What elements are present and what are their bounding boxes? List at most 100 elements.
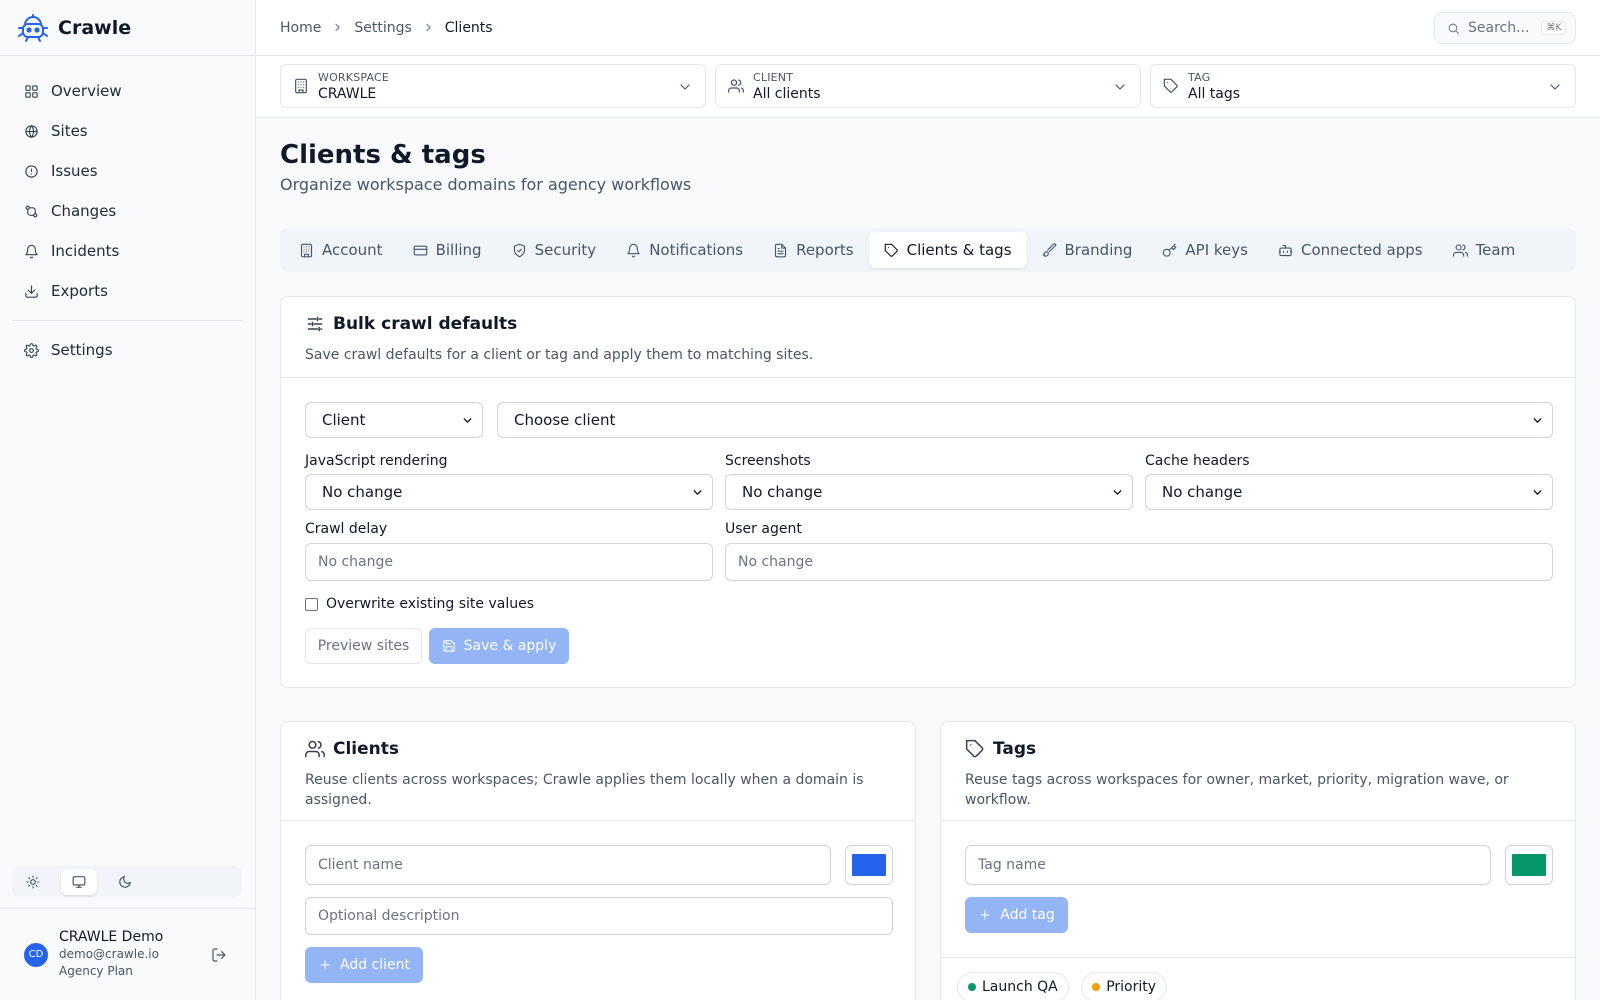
add-tag-button[interactable]: Add tag [965,897,1068,933]
sidebar-item-label: Sites [51,122,88,140]
add-client-button[interactable]: Add client [305,947,423,983]
avatar[interactable]: CD [24,942,48,967]
client-select[interactable]: CLIENT All clients [715,64,1141,108]
scope-target-select[interactable]: Choose client [497,402,1553,438]
chevron-right-icon [331,21,344,34]
user-agent-input[interactable]: No change [725,543,1553,581]
tab-connected-apps[interactable]: Connected apps [1263,232,1438,268]
tab-team[interactable]: Team [1438,232,1531,268]
tab-account[interactable]: Account [284,232,398,268]
preview-sites-button[interactable]: Preview sites [305,628,422,664]
tab-api-keys[interactable]: API keys [1147,232,1263,268]
breadcrumb-home[interactable]: Home [280,20,321,36]
sidebar-item-issues[interactable]: Issues [12,151,243,191]
tag-select[interactable]: TAG All tags [1150,64,1576,108]
theme-light-button[interactable] [15,869,51,895]
brand[interactable]: Crawle [0,0,255,56]
sidebar-item-settings[interactable]: Settings [12,330,243,370]
users-icon [305,739,325,759]
sidebar: Crawle Overview Sites Issues Changes Inc… [0,0,256,1000]
tag-icon [884,243,899,258]
layout-grid-icon [24,84,39,99]
sun-icon [26,875,40,889]
gear-icon [24,342,39,358]
client-name-input[interactable]: Client name [305,845,831,885]
tab-clients-tags[interactable]: Clients & tags [868,232,1027,268]
tab-branding[interactable]: Branding [1027,232,1148,268]
monitor-icon [72,875,86,889]
scope-type-select[interactable]: Client [305,402,483,438]
tab-label: Team [1475,241,1516,259]
chevron-right-icon [422,21,435,34]
chevron-down-icon [1547,79,1563,95]
sidebar-item-sites[interactable]: Sites [12,111,243,151]
brush-icon [1042,242,1057,258]
chevron-down-icon [1531,414,1544,427]
tag-chip-launch-qa[interactable]: Launch QA [957,972,1069,1000]
sidebar-item-exports[interactable]: Exports [12,271,243,311]
chevron-down-icon [677,79,693,95]
client-color-swatch [852,854,886,876]
workspace-select[interactable]: WORKSPACE CRAWLE [280,64,706,108]
alert-circle-icon [24,164,39,179]
sidebar-item-label: Overview [51,82,122,100]
tab-label: Notifications [649,241,744,259]
tab-label: Security [534,241,597,259]
git-compare-icon [24,204,39,219]
sidebar-divider [12,320,243,321]
building-icon [299,243,314,258]
user-plan: Agency Plan [59,964,133,978]
client-color-picker[interactable] [845,845,893,885]
shield-icon [512,243,527,258]
cache-headers-label: Cache headers [1145,453,1250,469]
tag-color-swatch [1512,854,1546,876]
theme-switcher [12,866,242,898]
logout-icon[interactable] [211,947,227,963]
scope-target-value: Choose client [514,411,616,429]
sidebar-item-changes[interactable]: Changes [12,191,243,231]
moon-icon [118,875,132,889]
tag-icon [1163,78,1179,94]
theme-dark-button[interactable] [107,869,143,895]
theme-system-button[interactable] [61,869,97,895]
card-title: Bulk crawl defaults [333,314,518,334]
sidebar-item-label: Issues [51,162,98,180]
breadcrumb-settings[interactable]: Settings [354,20,411,36]
page-title: Clients & tags [280,140,486,170]
js-rendering-select[interactable]: No change [305,474,713,510]
tag-color-dot [968,983,976,991]
save-apply-button[interactable]: Save & apply [429,628,569,664]
search-input[interactable]: Search... ⌘K [1434,12,1576,44]
tab-notifications[interactable]: Notifications [611,232,758,268]
key-icon [1162,243,1177,258]
crawl-delay-input[interactable]: No change [305,543,713,581]
crawle-logo-icon [16,13,50,43]
tag-name-input[interactable]: Tag name [965,845,1491,885]
tab-label: Reports [796,241,854,259]
screenshots-select[interactable]: No change [725,474,1133,510]
tag-chip-label: Priority [1106,979,1157,995]
sidebar-item-overview[interactable]: Overview [12,71,243,111]
overwrite-checkbox[interactable] [305,597,318,611]
sidebar-item-incidents[interactable]: Incidents [12,231,243,271]
tab-billing[interactable]: Billing [398,232,497,268]
save-apply-label: Save & apply [463,638,557,654]
sliders-icon [305,314,325,334]
sidebar-item-label: Incidents [51,242,120,260]
client-description-input[interactable]: Optional description [305,897,893,935]
sidebar-item-label: Changes [51,202,117,220]
building-icon [293,78,309,94]
tab-label: API keys [1185,241,1248,259]
plus-icon [978,908,992,922]
tab-reports[interactable]: Reports [758,232,869,268]
cache-headers-select[interactable]: No change [1145,474,1553,510]
download-icon [24,284,39,299]
tag-color-picker[interactable] [1505,845,1553,885]
tag-value: All tags [1188,86,1241,102]
tag-chip-priority[interactable]: Priority [1081,972,1168,1000]
workspace-value: CRAWLE [318,86,377,102]
chevron-down-icon [1531,486,1544,499]
overwrite-label: Overwrite existing site values [326,596,535,612]
sidebar-item-label: Exports [51,282,108,300]
tab-security[interactable]: Security [497,232,612,268]
